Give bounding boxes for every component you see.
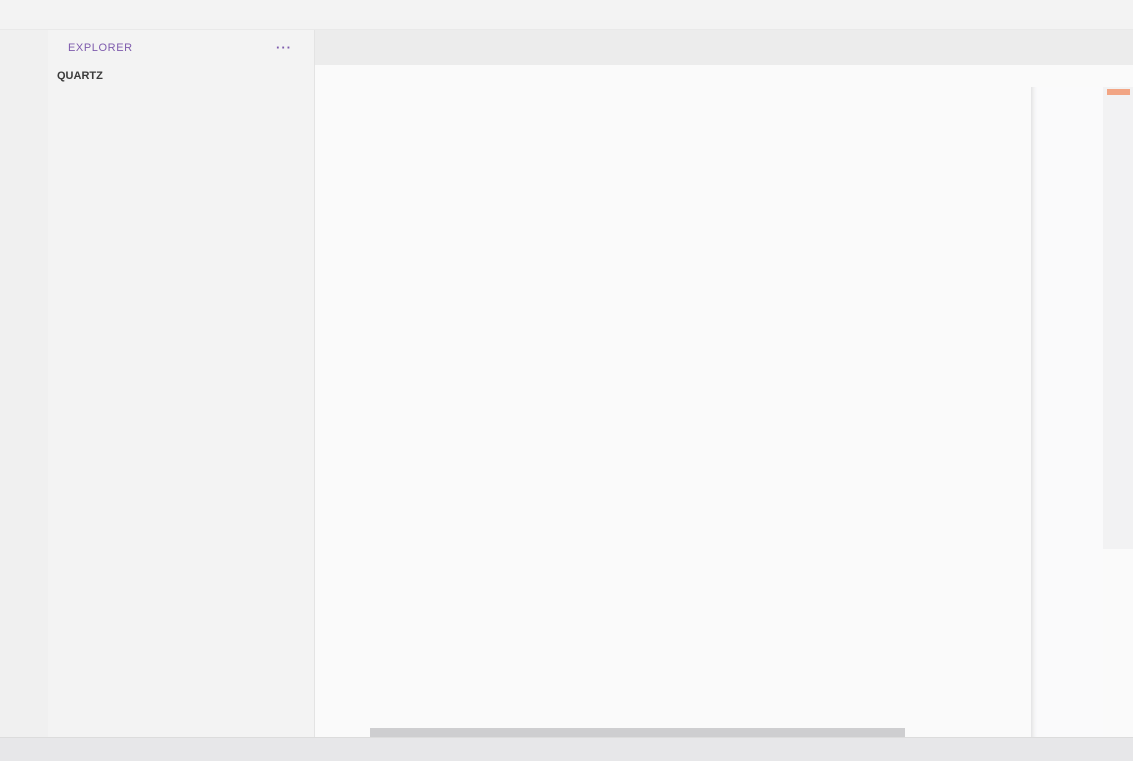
folder-section-header[interactable]: QUARTZ xyxy=(48,65,314,87)
minimap[interactable] xyxy=(1031,87,1103,737)
editor-group xyxy=(315,30,1133,737)
file-tree xyxy=(48,87,314,737)
more-actions-icon[interactable]: ··· xyxy=(276,40,292,55)
scrollbar-slider[interactable] xyxy=(1103,87,1133,549)
folder-section-label: QUARTZ xyxy=(57,70,103,82)
horizontal-scrollbar[interactable] xyxy=(370,728,905,737)
overview-marker xyxy=(1107,89,1130,95)
sidebar-title: EXPLORER xyxy=(68,42,133,54)
sidebar-header: EXPLORER ··· xyxy=(48,30,314,65)
explorer-sidebar: EXPLORER ··· QUARTZ xyxy=(48,30,315,737)
breadcrumb[interactable] xyxy=(315,65,1133,87)
menu-bar xyxy=(0,0,1133,30)
code-editor[interactable] xyxy=(315,87,1133,737)
workbench: EXPLORER ··· QUARTZ xyxy=(0,30,1133,737)
status-bar xyxy=(0,737,1133,761)
tab-bar xyxy=(315,30,1133,65)
overview-ruler[interactable] xyxy=(1103,87,1133,737)
activity-bar xyxy=(0,30,48,737)
